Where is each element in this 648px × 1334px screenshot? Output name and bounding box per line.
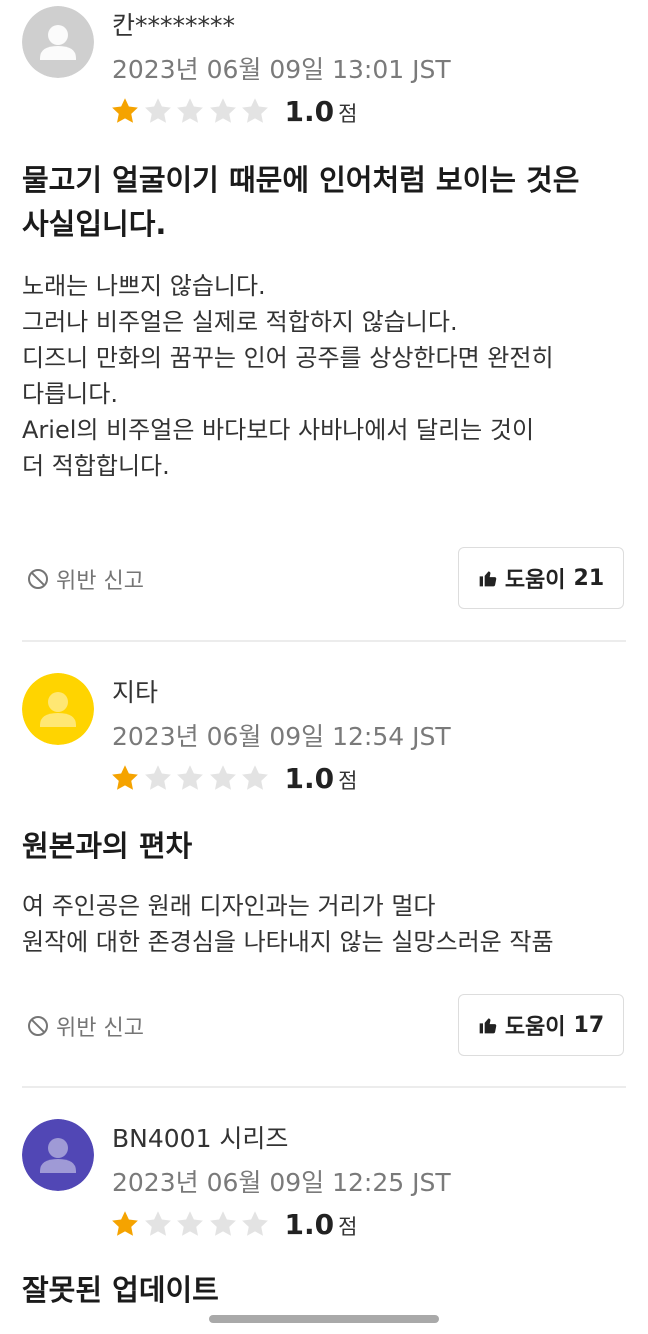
review-date: 2023년 06월 09일 12:25 JST [112,1168,451,1197]
prohibited-circle-icon [28,1016,48,1036]
star-empty-icon [242,1211,268,1236]
user-silhouette-icon [22,673,94,745]
review-title-line: 물고기 얼굴이기 때문에 인어처럼 보이는 것은 [22,163,580,197]
helpful-count: 21 [573,565,605,591]
avatar[interactable] [22,6,94,78]
review-body-line: 노래는 나쁘지 않습니다. [22,272,266,300]
rating-score-unit: 점 [338,102,358,126]
helpful-label: 도움이 [504,568,566,593]
avatar[interactable] [22,673,94,745]
thumbs-up-icon [479,571,497,587]
star-empty-icon [209,765,236,790]
star-empty-icon [144,765,171,790]
review-body-line: 그러나 비주얼은 실제로 적합하지 않습니다. [22,308,458,336]
helpful-label: 도움이 [504,1015,566,1040]
review-title-line: 사실입니다. [22,207,167,241]
review-rating: 1.0 점 [110,94,357,128]
review-body-line: 디즈니 만화의 꿈꾸는 인어 공주를 상상한다면 완전히 [22,344,554,372]
star-empty-icon [209,1211,236,1236]
star-empty-icon [144,98,171,123]
report-button[interactable]: 위반 신고 [26,1010,144,1042]
prohibited-circle-icon [28,569,48,589]
review-body-line: Ariel의 비주얼은 바다보다 사바나에서 달리는 것이 [22,416,535,444]
review-body-line: 여 주인공은 원래 디자인과는 거리가 멀다 [22,892,436,920]
review-title: 원본과의 편차 [22,824,626,868]
review-title-line: 원본과의 편차 [22,829,193,863]
helpful-button[interactable]: 도움이 17 [458,994,624,1056]
review-title: 물고기 얼굴이기 때문에 인어처럼 보이는 것은 사실입니다. [22,158,626,246]
star-empty-icon [177,98,203,123]
review-username: 칸******** [112,11,236,40]
rating-score-unit: 점 [338,1215,358,1239]
star-empty-icon [177,1211,203,1236]
star-rating [110,763,273,793]
user-silhouette-icon [22,1119,94,1191]
report-label: 위반 신고 [56,569,144,594]
star-empty-icon [144,1211,171,1236]
star-empty-icon [177,765,203,790]
avatar[interactable] [22,1119,94,1191]
review-divider [22,640,626,642]
review-username: 지타 [112,678,159,707]
helpful-count: 17 [573,1012,605,1038]
star-rating [110,1209,273,1239]
star-filled-icon [112,1211,138,1236]
review-username: BN4001 시리즈 [112,1124,289,1153]
review-body-line: 더 적합합니다. [22,452,170,480]
review-rating: 1.0 점 [110,761,357,795]
star-filled-icon [112,98,138,123]
review-rating: 1.0 점 [110,1207,357,1241]
star-filled-icon [112,765,138,790]
review-date: 2023년 06월 09일 13:01 JST [112,55,451,84]
report-label: 위반 신고 [56,1016,144,1041]
review-title: 잘못된 업데이트 [22,1268,626,1312]
star-empty-icon [242,765,268,790]
review-divider [22,1086,626,1088]
rating-score: 1.0 [284,761,335,795]
review-body-line: 다릅니다. [22,380,118,408]
star-empty-icon [242,98,268,123]
thumbs-up-icon [479,1018,497,1034]
helpful-button[interactable]: 도움이 21 [458,547,624,609]
report-button[interactable]: 위반 신고 [26,563,144,595]
rating-score: 1.0 [284,94,335,128]
review-body: 여 주인공은 원래 디자인과는 거리가 멀다 원작에 대한 존경심을 나타내지 … [22,888,632,960]
star-empty-icon [209,98,236,123]
rating-score: 1.0 [284,1207,335,1241]
home-indicator[interactable] [209,1315,439,1323]
user-silhouette-icon [22,6,94,78]
review-title-line: 잘못된 업데이트 [22,1273,219,1307]
star-rating [110,96,273,126]
rating-score-unit: 점 [338,769,358,793]
review-date: 2023년 06월 09일 12:54 JST [112,722,451,751]
review-body: 노래는 나쁘지 않습니다. 그러나 비주얼은 실제로 적합하지 않습니다. 디즈… [22,268,632,484]
review-body-line: 원작에 대한 존경심을 나타내지 않는 실망스러운 작품 [22,928,554,956]
